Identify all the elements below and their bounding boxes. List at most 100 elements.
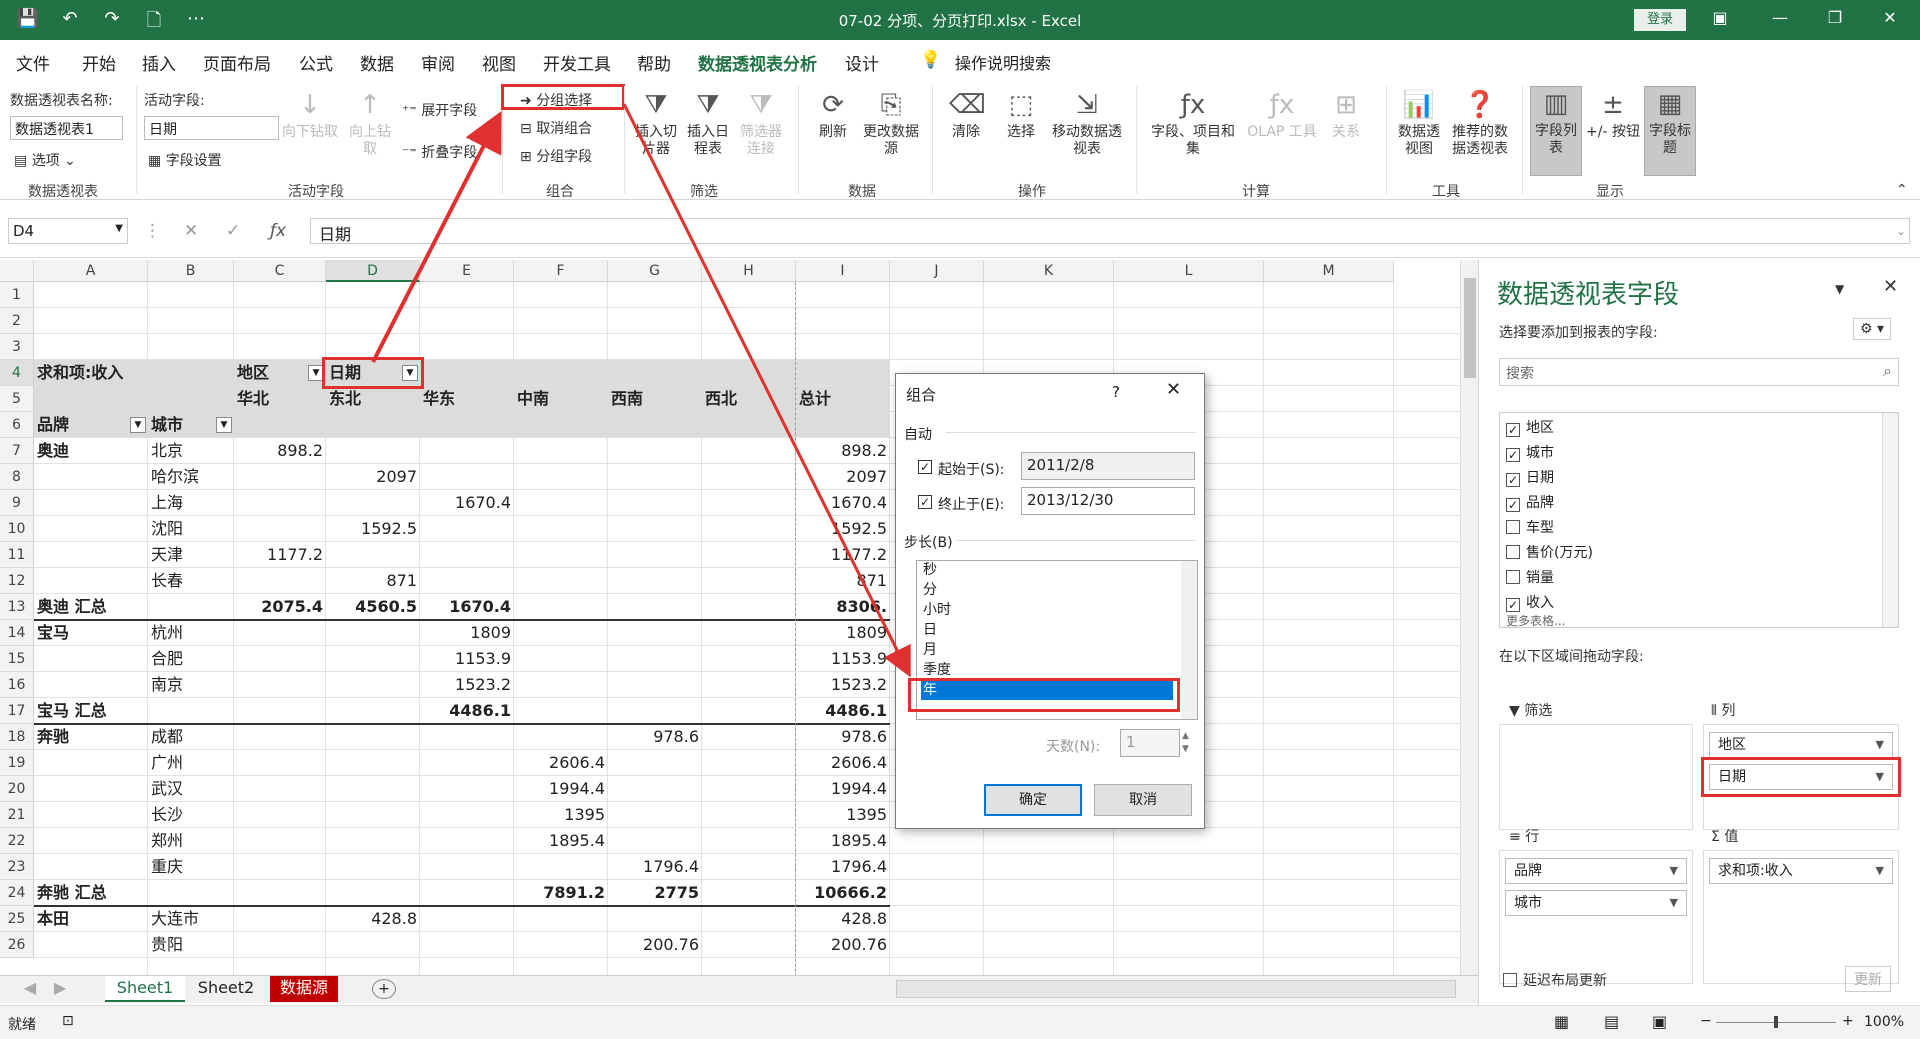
filter-dropdown-icon[interactable]: ▼ <box>130 417 146 433</box>
column-header[interactable]: F <box>514 260 608 282</box>
row-header[interactable]: 21 <box>0 802 34 828</box>
select-all-corner[interactable] <box>0 260 34 282</box>
row-header[interactable]: 11 <box>0 542 34 568</box>
row-header[interactable]: 23 <box>0 854 34 880</box>
field-checkbox[interactable]: ✓ <box>1506 448 1520 462</box>
row-header[interactable]: 19 <box>0 750 34 776</box>
insert-timeline-button[interactable]: ⧩ 插入日程表 <box>682 88 734 158</box>
pivot-city-label[interactable]: 长春 <box>148 568 234 594</box>
pivot-city-label[interactable]: 贵阳 <box>148 932 234 958</box>
pivot-value-cell[interactable]: 2097 <box>796 464 890 490</box>
options-button[interactable]: ▤ 选项 ⌄ <box>14 150 76 170</box>
row-header[interactable]: 9 <box>0 490 34 516</box>
defer-update-checkbox[interactable]: 延迟布局更新 <box>1503 970 1607 990</box>
horizontal-scrollbar[interactable] <box>896 980 1456 998</box>
pivot-value-cell[interactable]: 200.76 <box>608 932 702 958</box>
row-header[interactable]: 14 <box>0 620 34 646</box>
pivot-value-cell[interactable]: 428.8 <box>326 906 420 932</box>
pivot-value-cell[interactable]: 1592.5 <box>326 516 420 542</box>
close-window-icon[interactable]: ✕ <box>1870 8 1910 27</box>
pivot-value-cell[interactable]: 10666.2 <box>796 880 890 906</box>
pivot-value-cell[interactable]: 4560.5 <box>326 594 420 620</box>
enter-icon[interactable]: ✓ <box>226 221 240 241</box>
row-header[interactable]: 3 <box>0 334 34 360</box>
pivot-city-label[interactable]: 南京 <box>148 672 234 698</box>
pivot-city-label[interactable]: 郑州 <box>148 828 234 854</box>
field-settings-button[interactable]: ▦ 字段设置 <box>148 150 222 170</box>
sheet-tab-sheet1[interactable]: Sheet1 <box>105 976 185 1002</box>
collapse-field-button[interactable]: ⁻⁼ 折叠字段 <box>402 142 477 162</box>
pivot-city-label[interactable]: 杭州 <box>148 620 234 646</box>
plus-minus-button[interactable]: ± +/- 按钮 <box>1584 88 1642 141</box>
worksheet-grid[interactable]: A B C D E F G H I J K L M 1 2 3 4 5 6 7 8 9 10 11 12 13 14 15 16 17 18… <box>0 260 1460 975</box>
close-panel-icon[interactable]: ✕ <box>1883 276 1898 297</box>
pivot-column-header[interactable]: 东北 <box>326 386 420 412</box>
add-sheet-icon[interactable]: + <box>372 979 396 999</box>
pivot-value-cell[interactable]: 4486.1 <box>420 698 514 724</box>
end-input[interactable]: 2013/12/30 <box>1021 487 1195 515</box>
pivot-value-cell[interactable]: 1523.2 <box>420 672 514 698</box>
tell-me-search[interactable]: 操作说明搜索 <box>955 50 1051 74</box>
ungroup-button[interactable]: ⊟ 取消组合 <box>520 118 592 138</box>
page-layout-view-icon[interactable]: ▤ <box>1604 1012 1619 1031</box>
row-header[interactable]: 5 <box>0 386 34 412</box>
ribbon-display-icon[interactable]: ▣ <box>1700 8 1740 27</box>
field-search-input[interactable]: 搜索 ⌕ <box>1499 358 1899 386</box>
group-field-button[interactable]: ⊞ 分组字段 <box>520 146 592 166</box>
scrollbar-thumb[interactable] <box>1464 278 1476 378</box>
pivot-city-label[interactable]: 合肥 <box>148 646 234 672</box>
row-header[interactable]: 15 <box>0 646 34 672</box>
field-checkbox[interactable] <box>1506 545 1520 559</box>
pivot-value-cell[interactable]: 978.6 <box>796 724 890 750</box>
pivot-value-cell[interactable]: 1395 <box>514 802 608 828</box>
cancel-icon[interactable]: ✕ <box>184 221 198 241</box>
field-item[interactable]: ✓ 城市 <box>1506 442 1554 464</box>
column-header[interactable]: K <box>984 260 1114 282</box>
field-checkbox[interactable]: ✓ <box>1506 423 1520 437</box>
listbox-scrollbar[interactable] <box>1181 561 1197 719</box>
list-item[interactable]: 小时 <box>921 601 1173 620</box>
field-item[interactable]: ✓ 日期 <box>1506 467 1554 489</box>
pivot-city-label[interactable]: 哈尔滨 <box>148 464 234 490</box>
pivot-value-cell[interactable]: 898.2 <box>796 438 890 464</box>
pivot-value-cell[interactable]: 978.6 <box>608 724 702 750</box>
page-break-view-icon[interactable]: ▣ <box>1652 1012 1667 1031</box>
column-header[interactable]: J <box>890 260 984 282</box>
row-item-city[interactable]: 城市 ▼ <box>1505 890 1687 916</box>
field-list-button[interactable]: ▥ 字段列表 <box>1530 86 1582 176</box>
olap-tools-button[interactable]: ƒx OLAP 工具 <box>1240 88 1324 141</box>
zoom-out-icon[interactable]: − <box>1700 1013 1712 1029</box>
tab-data[interactable]: 数据 <box>360 50 394 75</box>
clear-button[interactable]: ⌫ 清除 <box>940 88 992 141</box>
pivot-value-cell[interactable]: 1796.4 <box>796 854 890 880</box>
pivot-value-cell[interactable]: 1809 <box>796 620 890 646</box>
list-item[interactable]: 月 <box>921 641 1173 660</box>
column-header[interactable]: D <box>326 260 420 282</box>
row-header[interactable]: 20 <box>0 776 34 802</box>
row-header[interactable]: 22 <box>0 828 34 854</box>
column-header[interactable]: G <box>608 260 702 282</box>
row-header[interactable]: 1 <box>0 282 34 308</box>
row-header[interactable]: 4 <box>0 360 34 386</box>
column-header[interactable]: A <box>34 260 148 282</box>
tab-developer[interactable]: 开发工具 <box>543 50 611 75</box>
pivot-value-cell[interactable]: 2606.4 <box>514 750 608 776</box>
drill-up-button[interactable]: ↑ 向上钻取 <box>344 88 396 158</box>
pivot-column-header[interactable]: 华北 <box>234 386 326 412</box>
pivot-value-cell[interactable]: 1523.2 <box>796 672 890 698</box>
row-header[interactable]: 18 <box>0 724 34 750</box>
pivot-column-header[interactable]: 西北 <box>702 386 796 412</box>
tab-help[interactable]: 帮助 <box>637 50 671 75</box>
field-checkbox[interactable]: ✓ <box>1506 598 1520 612</box>
list-item[interactable]: 日 <box>921 621 1173 640</box>
cancel-button[interactable]: 取消 <box>1094 784 1192 816</box>
tab-page-layout[interactable]: 页面布局 <box>203 50 271 75</box>
field-item[interactable]: ✓ 品牌 <box>1506 492 1554 514</box>
row-header[interactable]: 6 <box>0 412 34 438</box>
ok-button[interactable]: 确定 <box>984 784 1082 816</box>
pivot-value-cell[interactable]: 2075.4 <box>234 594 326 620</box>
value-item-revenue[interactable]: 求和项:收入 ▼ <box>1709 858 1893 884</box>
pivot-value-cell[interactable]: 1895.4 <box>514 828 608 854</box>
next-sheet-icon[interactable]: ▶ <box>50 976 70 1002</box>
end-checkbox[interactable]: ✓ <box>918 495 932 509</box>
